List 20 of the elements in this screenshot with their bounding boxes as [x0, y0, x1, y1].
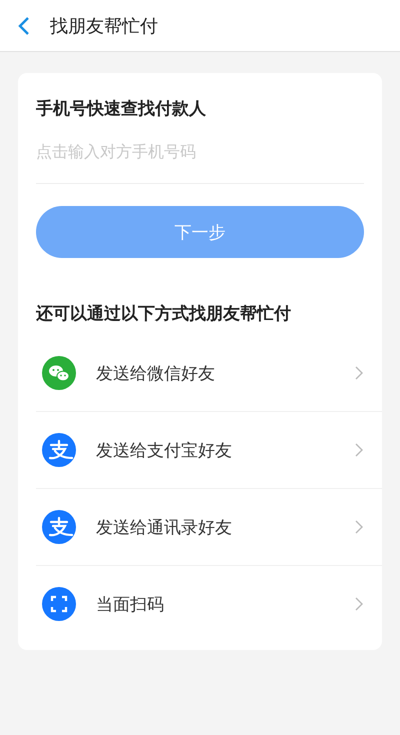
- option-label: 发送给微信好友: [96, 362, 216, 384]
- share-option[interactable]: 发送给通讯录好友: [36, 489, 382, 566]
- payment-logo-icon: [42, 510, 76, 544]
- share-option[interactable]: 发送给支付宝好友: [36, 412, 382, 489]
- chevron-right-icon: [355, 366, 363, 380]
- chevron-right-icon: [355, 597, 363, 611]
- option-label: 发送给支付宝好友: [96, 440, 233, 462]
- section-heading: 还可以通过以下方式找朋友帮忙付: [36, 303, 292, 325]
- share-option[interactable]: 当面扫码: [36, 566, 382, 642]
- scan-icon: [42, 587, 76, 621]
- page-title: 找朋友帮忙付: [50, 14, 158, 38]
- option-label: 发送给通讯录好友: [96, 516, 233, 538]
- chat-bubbles-icon: [42, 356, 76, 390]
- chevron-right-icon: [355, 443, 363, 457]
- option-label: 当面扫码: [96, 594, 165, 616]
- chevron-right-icon: [355, 520, 363, 534]
- back-icon[interactable]: [18, 16, 30, 36]
- payment-logo-icon: [42, 433, 76, 467]
- share-option[interactable]: 发送给微信好友: [36, 335, 382, 412]
- section-heading: 手机号快速查找付款人: [36, 98, 207, 120]
